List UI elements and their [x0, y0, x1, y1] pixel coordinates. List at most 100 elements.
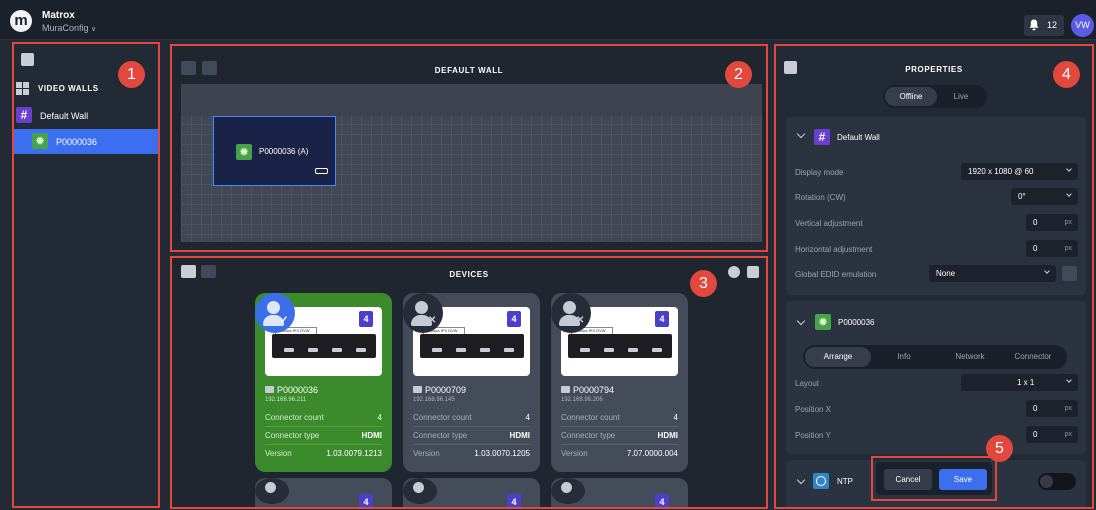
device-card[interactable]: Mura IPX DVW ✕ 4 P0000709 192.168.96.145…	[403, 293, 540, 472]
connector-count: 4	[377, 413, 382, 422]
input-value: 0	[1033, 218, 1038, 227]
connector-badge: 4	[655, 311, 669, 327]
field-label: Rotation (CW)	[795, 193, 846, 202]
field-label: Position Y	[795, 431, 831, 440]
unit-label: px	[1064, 431, 1072, 438]
device-card[interactable]: 4	[255, 478, 392, 508]
unit-label: px	[1064, 245, 1072, 252]
wall-screen[interactable]: ✹ P0000036 (A)	[213, 116, 336, 186]
field-label: Display mode	[795, 168, 844, 177]
connector-badge: 4	[359, 311, 373, 327]
connector-type: HDMI	[509, 431, 530, 440]
field-label: Position X	[795, 405, 832, 414]
select-value: 1920 x 1080 @ 60	[968, 167, 1034, 176]
hdmi-port-icon	[315, 168, 328, 174]
callout-number: 5	[986, 435, 1013, 462]
position-x-input[interactable]: 0 px	[1026, 400, 1078, 417]
connector-badge: 4	[655, 494, 669, 508]
connector-count: 4	[525, 413, 530, 422]
select-value: 1 x 1	[1017, 378, 1035, 387]
rotation-select[interactable]: 0°	[1011, 188, 1078, 205]
collapse-sidebar-button[interactable]	[21, 53, 34, 66]
project-selector[interactable]: MuraConfig ∨	[42, 23, 96, 33]
unit-label: px	[1064, 405, 1072, 412]
device-card[interactable]: 4	[403, 478, 540, 508]
device-card[interactable]: Mura IPX DVW ✓ 4 P0000036 192.168.96.211…	[255, 293, 392, 472]
cancel-button[interactable]: Cancel	[884, 469, 932, 490]
vertical-adjustment-input[interactable]: 0 px	[1026, 214, 1078, 231]
user-unassigned-icon: ✕	[403, 293, 443, 333]
clock-icon	[813, 473, 829, 489]
connector-type: HDMI	[361, 431, 382, 440]
section-title: Default Wall	[837, 133, 880, 142]
field-label: Global EDID emulation	[795, 270, 877, 279]
field-label: Connector count	[265, 413, 324, 422]
connector-type: HDMI	[657, 431, 678, 440]
matrox-logo-icon[interactable]: m	[10, 10, 32, 32]
tab-connector[interactable]: Connector	[1001, 347, 1065, 367]
connector-count: 4	[673, 413, 678, 422]
wall-hash-icon: #	[814, 129, 830, 145]
notifications-button[interactable]: 12	[1024, 15, 1064, 36]
sidebar-item-label: P0000036	[56, 137, 98, 147]
user-avatar[interactable]: VW	[1071, 14, 1094, 37]
field-label: Connector count	[413, 413, 472, 422]
monitor-icon	[561, 386, 570, 393]
notification-count: 12	[1047, 20, 1058, 30]
device-gear-icon: ✹	[815, 314, 831, 330]
device-name: P0000036	[277, 385, 319, 395]
device-card[interactable]: Mura IPX DVW ✕ 4 P0000794 192.168.96.206…	[551, 293, 688, 472]
download-icon[interactable]	[747, 266, 759, 278]
tab-arrange[interactable]: Arrange	[805, 347, 871, 367]
field-label: Version	[561, 449, 588, 458]
canvas-header-strip	[181, 84, 762, 116]
device-ip: 192.168.96.211	[265, 397, 307, 403]
select-value: None	[936, 269, 956, 278]
sidebar-item-default-wall[interactable]: # Default Wall	[14, 104, 158, 126]
input-value: 0	[1033, 404, 1038, 413]
device-ip: 192.168.96.206	[561, 397, 603, 403]
chevron-down-icon	[1066, 166, 1072, 172]
devices-title: DEVICES	[449, 270, 489, 279]
bell-icon	[1029, 19, 1039, 31]
sidebar-item-label: Default Wall	[40, 111, 89, 121]
screen-label: P0000036 (A)	[259, 147, 309, 156]
monitor-icon	[265, 386, 274, 393]
firmware-version: 1.03.0070.1205	[474, 449, 530, 458]
user-assigned-icon: ✓	[255, 293, 295, 333]
add-device-icon[interactable]	[728, 266, 740, 278]
field-label: Connector type	[561, 431, 616, 440]
monitor-icon	[413, 386, 422, 393]
video-walls-icon	[16, 82, 29, 95]
tab-info[interactable]: Info	[871, 347, 937, 367]
save-button[interactable]: Save	[939, 469, 987, 490]
select-value: 0°	[1018, 192, 1026, 201]
chevron-down-icon	[1066, 377, 1072, 383]
device-ip: 192.168.96.145	[413, 397, 455, 403]
user-icon	[551, 478, 585, 504]
horizontal-adjustment-input[interactable]: 0 px	[1026, 240, 1078, 257]
input-value: 0	[1033, 430, 1038, 439]
connector-badge: 4	[507, 311, 521, 327]
position-y-input[interactable]: 0 px	[1026, 426, 1078, 443]
tab-live[interactable]: Live	[937, 87, 985, 106]
field-label: Connector count	[561, 413, 620, 422]
tab-network[interactable]: Network	[937, 347, 1003, 367]
firmware-version: 7.07.0000.004	[626, 449, 678, 458]
edid-emulation-select[interactable]: None	[929, 265, 1056, 282]
firmware-version: 1.03.0079.1213	[326, 449, 382, 458]
ntp-toggle[interactable]	[1038, 473, 1076, 490]
tab-offline[interactable]: Offline	[885, 87, 937, 106]
device-card[interactable]: 4	[551, 478, 688, 508]
display-mode-select[interactable]: 1920 x 1080 @ 60	[961, 163, 1078, 180]
project-name: MuraConfig	[42, 23, 89, 33]
video-walls-heading: VIDEO WALLS	[38, 84, 99, 93]
edid-settings-icon[interactable]	[1062, 266, 1077, 281]
user-icon	[255, 478, 289, 504]
wall-title: DEFAULT WALL	[434, 66, 504, 75]
user-unassigned-icon: ✕	[551, 293, 591, 333]
device-gear-icon: ✹	[32, 133, 48, 149]
sidebar-item-device[interactable]: ✹ P0000036	[14, 129, 158, 154]
chevron-down-icon: ∨	[91, 26, 97, 33]
layout-select[interactable]: 1 x 1	[961, 374, 1078, 391]
